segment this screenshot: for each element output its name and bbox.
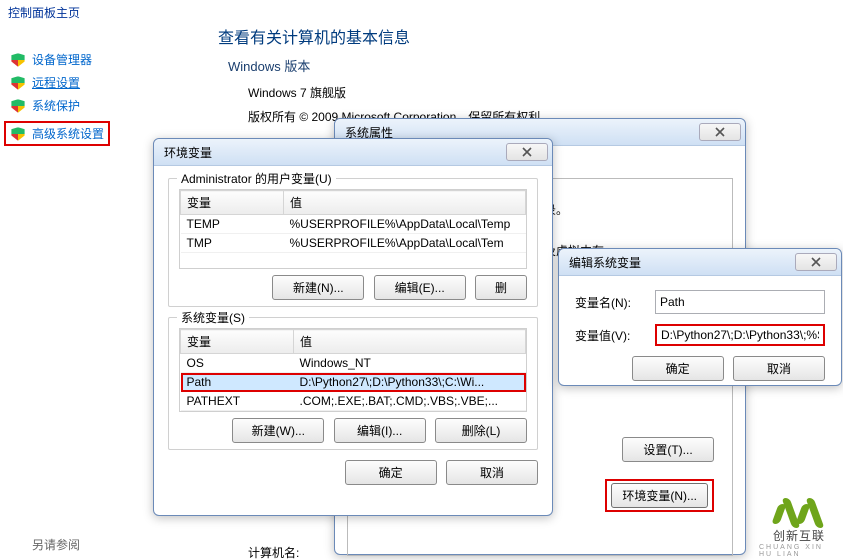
user-vars-legend: Administrator 的用户变量(U)	[177, 170, 336, 187]
advanced-settings-link[interactable]: 高级系统设置	[32, 125, 104, 142]
table-row-path[interactable]: Path D:\Python27\;D:\Python33\;C:\Wi...	[181, 373, 526, 392]
ok-button[interactable]: 确定	[345, 460, 437, 485]
table-row[interactable]: TEMP %USERPROFILE%\AppData\Local\Temp	[181, 215, 526, 234]
highlight-var-value	[655, 324, 825, 346]
edit-system-variable-dialog: 编辑系统变量 变量名(N): 变量值(V): 确定 取消	[558, 248, 842, 386]
col-val[interactable]: 值	[284, 191, 526, 215]
close-button[interactable]	[795, 253, 837, 271]
edit-user-var-button[interactable]: 编辑(E)...	[374, 275, 466, 300]
env-title: 环境变量	[164, 144, 506, 161]
settings-button[interactable]: 设置(T)...	[622, 437, 714, 462]
env-variables-button[interactable]: 环境变量(N)...	[611, 483, 708, 508]
sidebar-item-remote[interactable]: 远程设置	[4, 71, 110, 94]
environment-variables-dialog: 环境变量 Administrator 的用户变量(U) 变量 值 TEMP	[153, 138, 553, 516]
remote-settings-link[interactable]: 远程设置	[32, 74, 80, 91]
close-icon	[715, 127, 725, 137]
col-var[interactable]: 变量	[181, 191, 284, 215]
logo-text: 创新互联	[773, 527, 825, 544]
sys-vars-legend: 系统变量(S)	[177, 309, 249, 326]
cancel-button[interactable]: 取消	[733, 356, 825, 381]
table-row[interactable]: TMP %USERPROFILE%\AppData\Local\Tem	[181, 234, 526, 253]
close-button[interactable]	[506, 143, 548, 161]
close-icon	[522, 147, 532, 157]
computer-name-label: 计算机名:	[248, 544, 299, 560]
delete-sys-var-button[interactable]: 删除(L)	[435, 418, 527, 443]
see-also-label: 另请参阅	[32, 536, 80, 553]
new-user-var-button[interactable]: 新建(N)...	[272, 275, 364, 300]
sidebar-item-protection[interactable]: 系统保护	[4, 94, 110, 117]
shield-icon	[11, 53, 25, 67]
shield-icon	[11, 127, 25, 141]
shield-icon	[11, 76, 25, 90]
system-protection-link[interactable]: 系统保护	[32, 97, 80, 114]
table-row[interactable]: OS Windows_NT	[181, 354, 526, 373]
edit-sys-var-button[interactable]: 编辑(I)...	[334, 418, 426, 443]
version-section-label: Windows 版本	[228, 56, 310, 75]
sidebar-item-device-manager[interactable]: 设备管理器	[4, 48, 110, 71]
var-value-input[interactable]	[657, 326, 823, 344]
logo-subtext: CHUANG XIN HU LIAN	[759, 544, 839, 558]
windows-edition: Windows 7 旗舰版	[248, 84, 346, 101]
device-manager-link[interactable]: 设备管理器	[32, 51, 92, 68]
cp-home-title: 控制面板主页	[8, 4, 80, 21]
page-title: 查看有关计算机的基本信息	[218, 24, 410, 48]
col-val[interactable]: 值	[294, 330, 526, 354]
new-sys-var-button[interactable]: 新建(W)...	[232, 418, 324, 443]
var-value-label: 变量值(V):	[575, 327, 655, 344]
table-row[interactable]: PROCESSOR_AR AMD64	[181, 411, 526, 413]
watermark-logo: 创新互联 CHUANG XIN HU LIAN	[759, 498, 839, 558]
table-row[interactable]: PATHEXT .COM;.EXE;.BAT;.CMD;.VBS;.VBE;..…	[181, 392, 526, 411]
highlight-env-var-button: 环境变量(N)...	[605, 479, 714, 512]
user-vars-table[interactable]: 变量 值 TEMP %USERPROFILE%\AppData\Local\Te…	[180, 190, 526, 253]
sidebar-item-advanced[interactable]: 高级系统设置	[10, 125, 104, 142]
shield-icon	[11, 99, 25, 113]
ok-button[interactable]: 确定	[632, 356, 724, 381]
var-name-input[interactable]	[655, 290, 825, 314]
edit-title: 编辑系统变量	[569, 254, 795, 271]
highlight-advanced: 高级系统设置	[4, 121, 110, 146]
col-var[interactable]: 变量	[181, 330, 294, 354]
close-icon	[811, 257, 821, 267]
delete-user-var-button[interactable]: 删	[475, 275, 527, 300]
sys-vars-table[interactable]: 变量 值 OS Windows_NT Path D:\Python27\;D:\…	[180, 329, 526, 412]
var-name-label: 变量名(N):	[575, 294, 655, 311]
cancel-button[interactable]: 取消	[446, 460, 538, 485]
close-button[interactable]	[699, 123, 741, 141]
